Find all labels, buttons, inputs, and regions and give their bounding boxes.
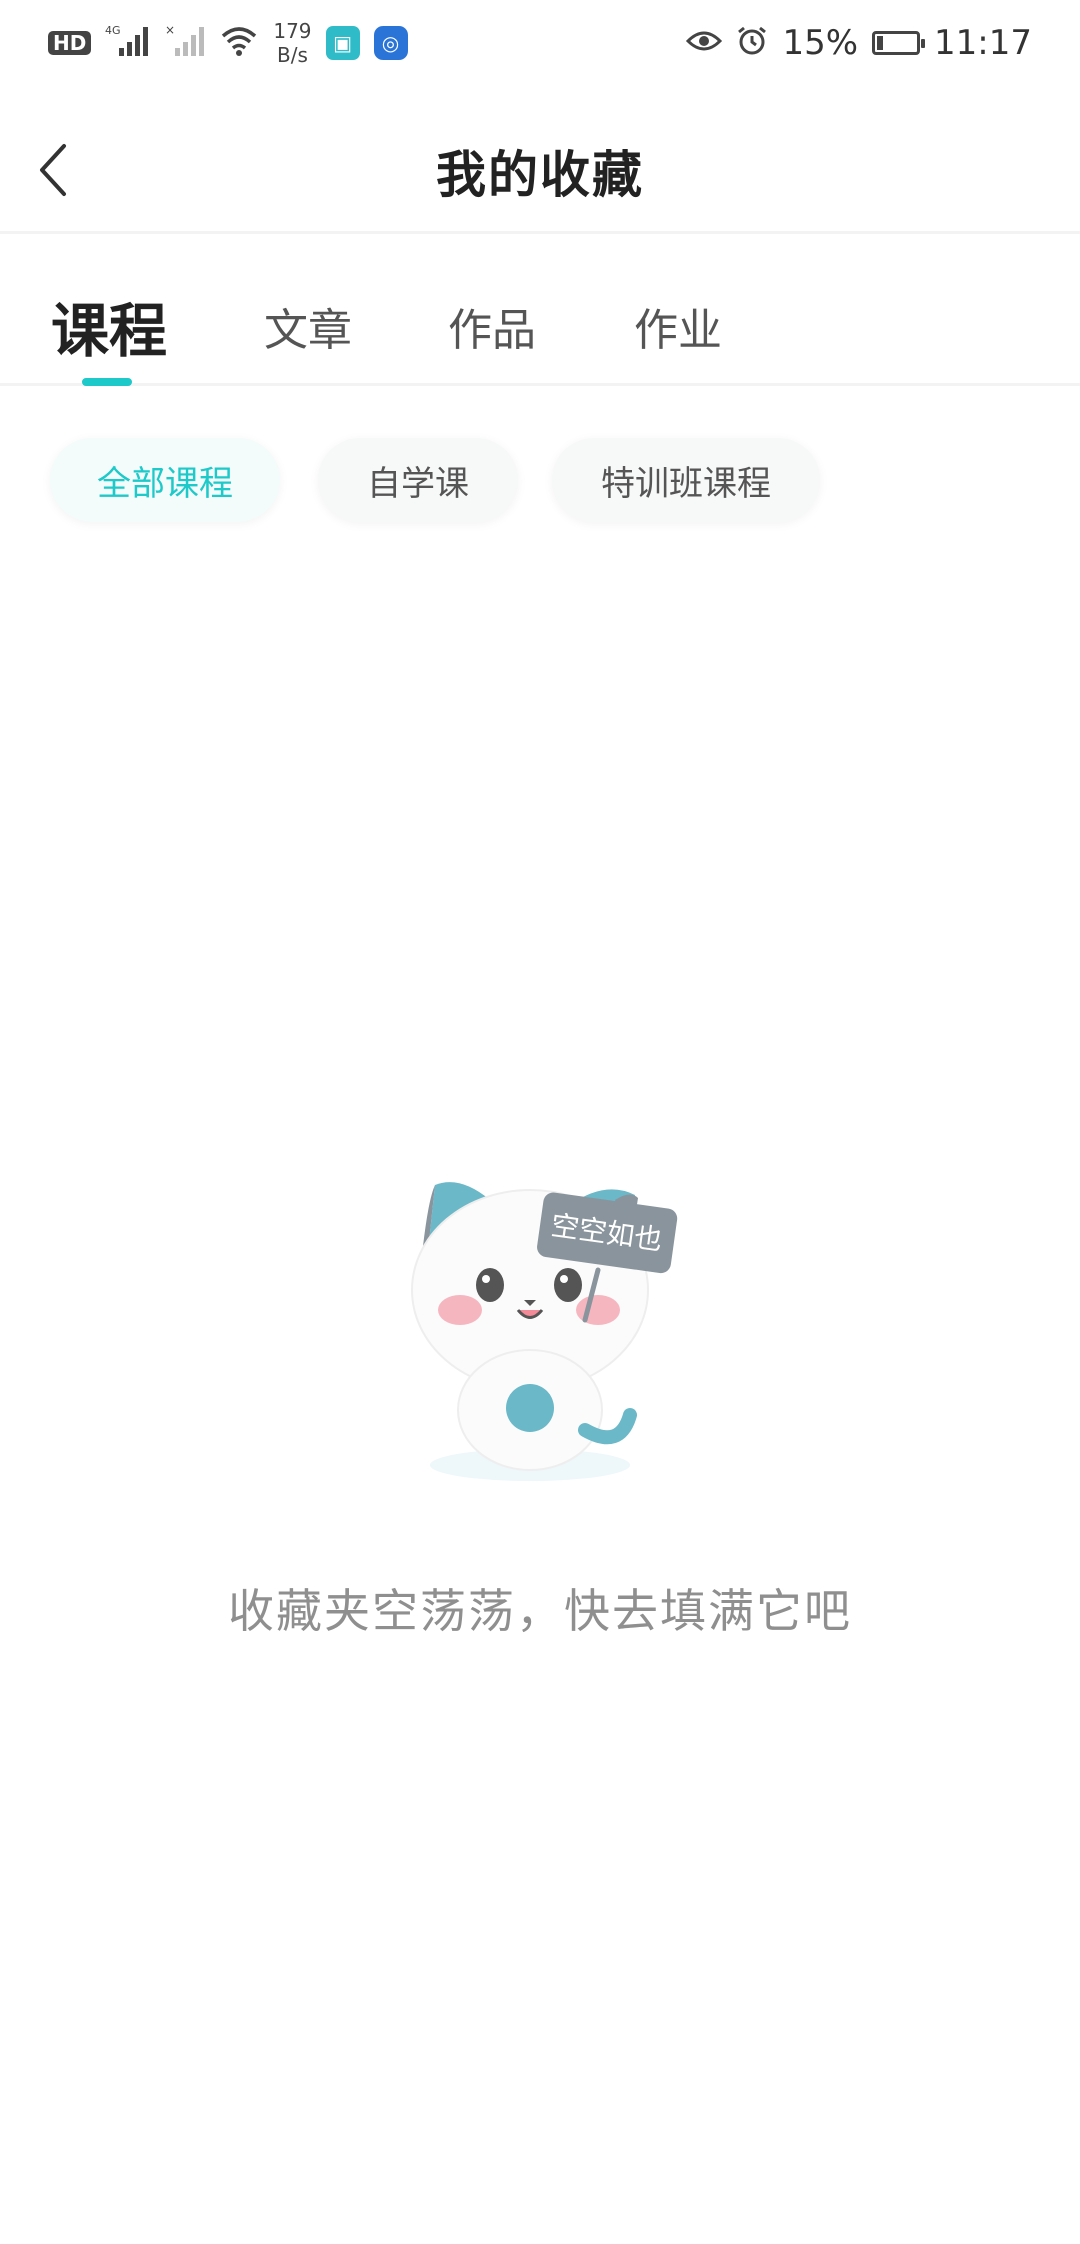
clock: 11:17 [934,23,1032,63]
wifi-icon [219,24,259,62]
hd-badge: HD [48,31,92,55]
category-tabs: 课程 文章 作品 作业 [0,268,1080,386]
chevron-left-icon [40,144,66,196]
network-speed-unit: B/s [276,43,308,67]
filter-self-study[interactable]: 自学课 [318,438,518,522]
back-button[interactable] [18,134,90,206]
status-right: 15% 11:17 [686,23,1032,63]
tab-articles[interactable]: 文章 [258,268,358,383]
network-speed: 179 B/s [273,19,311,67]
cellular-signal-icon: 4G [105,24,151,62]
app-notification-icon: ▣ [325,26,360,60]
tab-works[interactable]: 作品 [442,268,542,383]
nav-header: 我的收藏 [0,110,1080,234]
tab-homework[interactable]: 作业 [628,268,728,383]
filter-training-class[interactable]: 特训班课程 [552,438,820,522]
battery-fill [877,36,884,50]
page-title: 我的收藏 [436,145,644,204]
lightbulb-icon: ◎ [373,26,408,60]
battery-percent: 15% [782,23,859,63]
alarm-icon [736,25,768,61]
empty-state-message: 收藏夹空荡荡，快去填满它吧 [228,1584,852,1638]
status-bar: HD 4G × 179 B/s ▣ ◎ 15% 11:17 [0,0,1080,86]
empty-state-illustration: 空空如也 [380,1160,740,1500]
eye-icon [686,27,723,59]
battery-icon [872,31,926,55]
status-left: HD 4G × 179 B/s ▣ ◎ [48,19,408,67]
svg-text:×: × [165,24,175,37]
cat-mascot-icon: 空空如也 [411,1182,678,1481]
active-tab-indicator [82,378,132,386]
network-type-label: 4G [105,24,121,37]
cellular-signal-2-icon: × [165,23,205,62]
filter-all-courses[interactable]: 全部课程 [50,438,280,522]
network-speed-value: 179 [273,19,312,43]
tab-courses[interactable]: 课程 [50,268,168,383]
